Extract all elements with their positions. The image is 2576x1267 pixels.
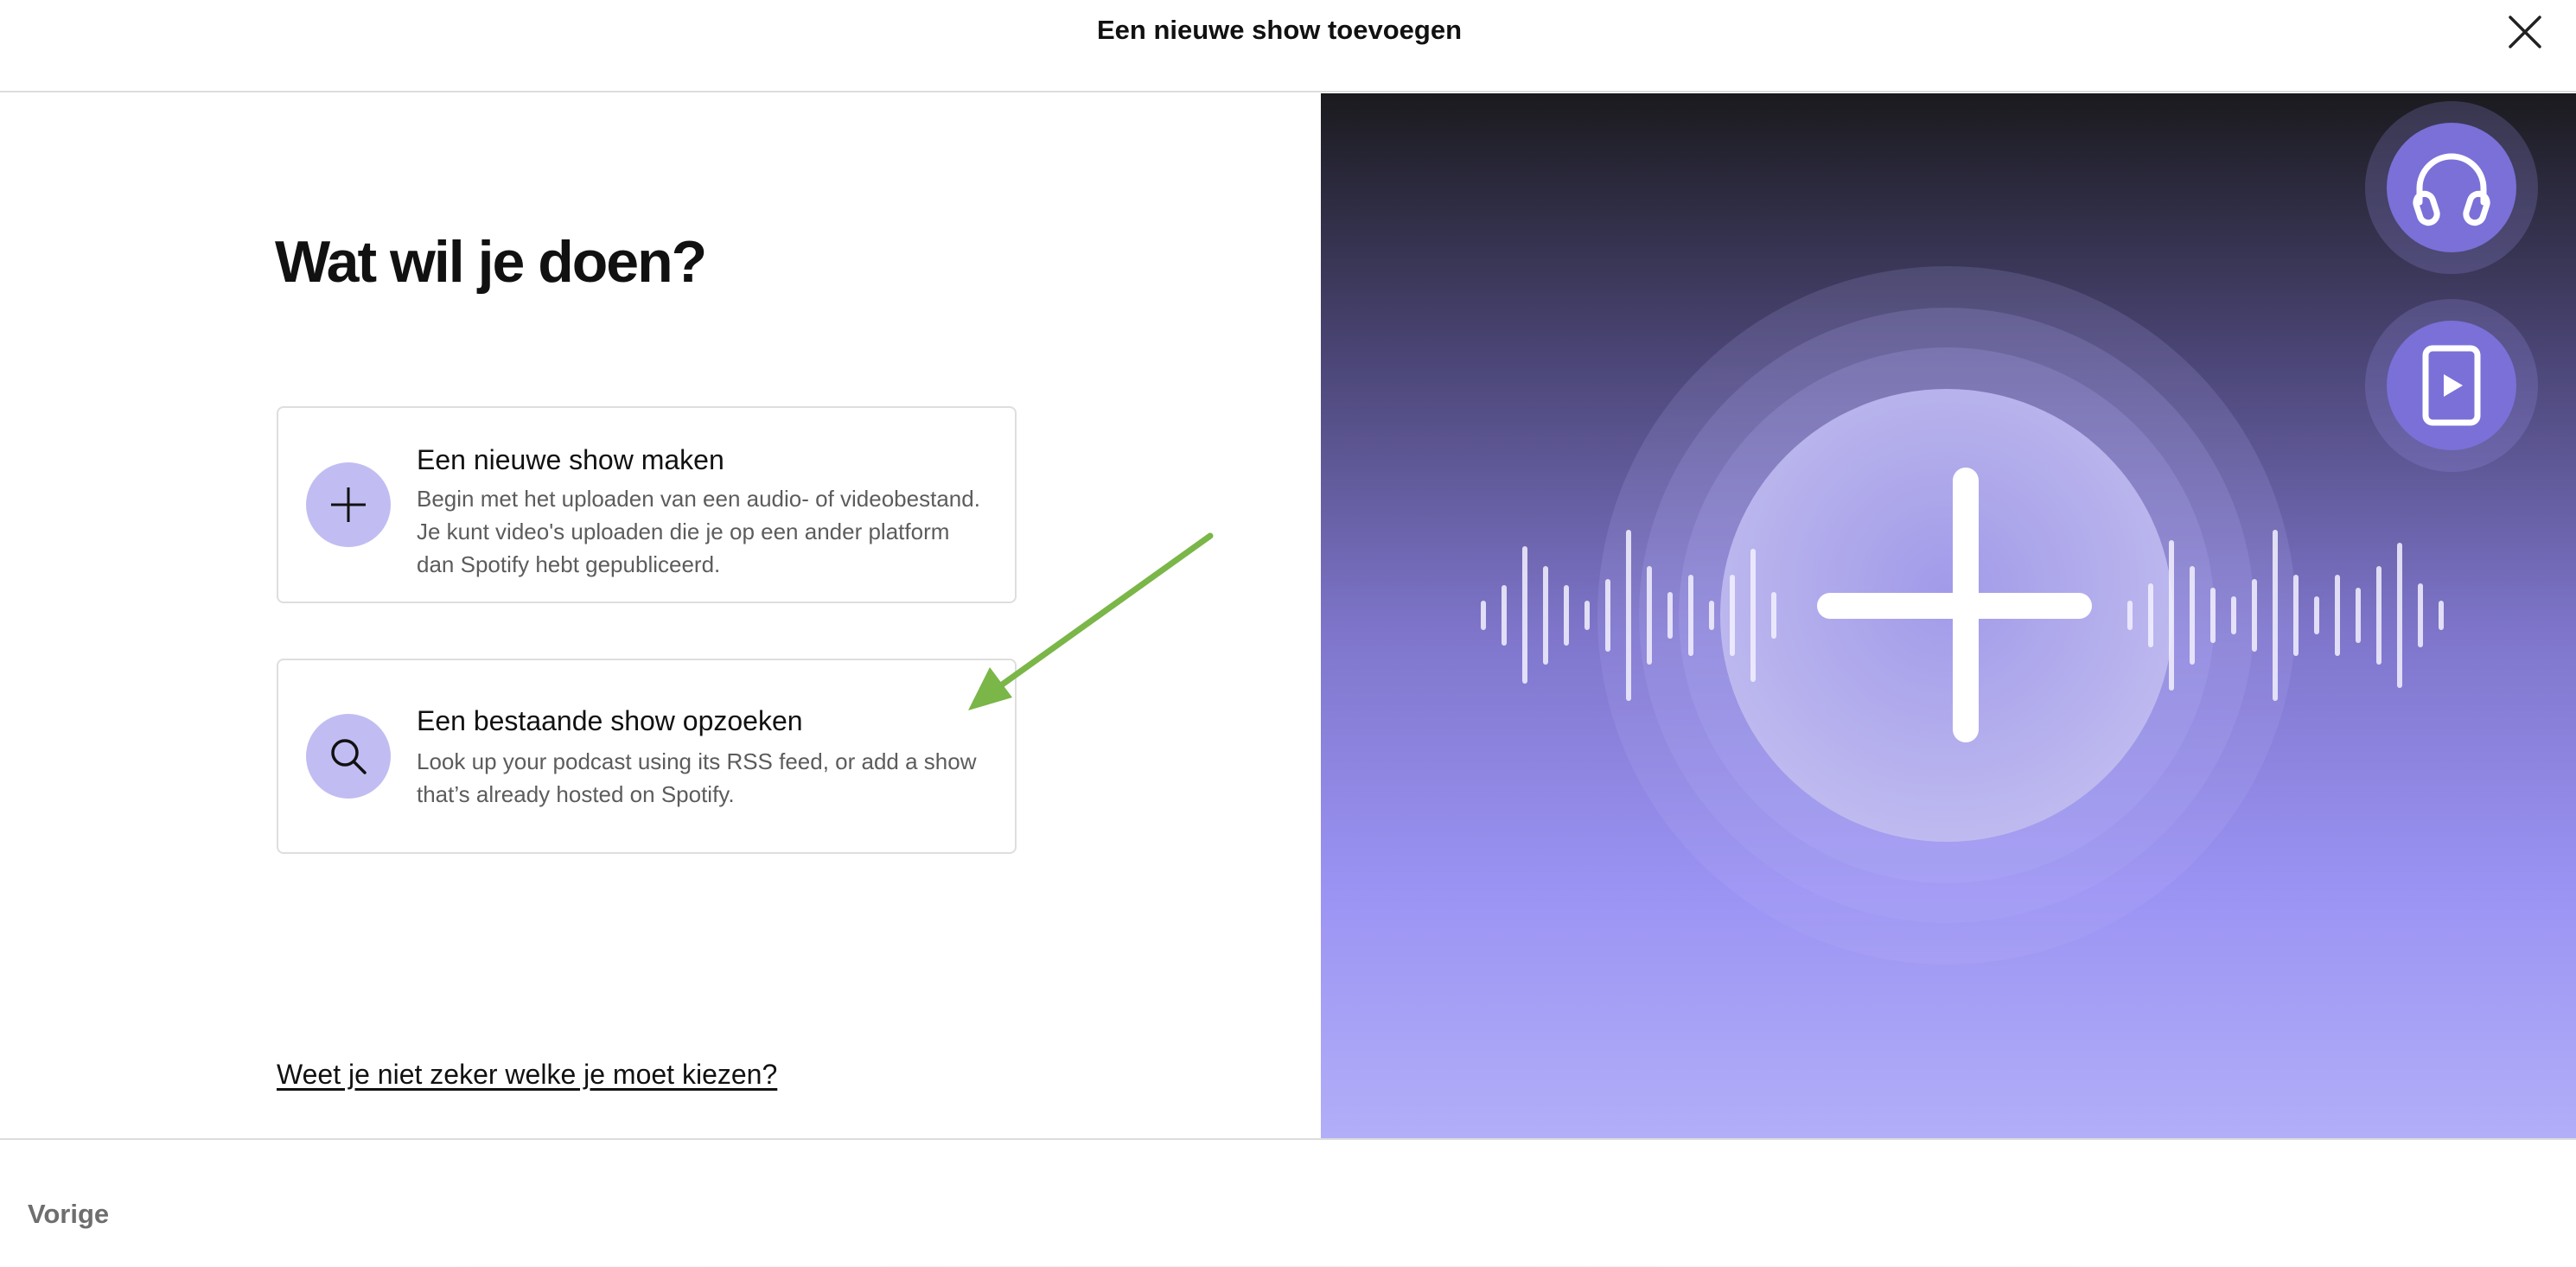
video-play-icon bbox=[2422, 345, 2481, 426]
annotation-arrow-icon bbox=[968, 532, 1214, 710]
page-title: Wat wil je doen? bbox=[275, 229, 707, 295]
modal-footer: Vorige bbox=[0, 1138, 2576, 1267]
close-button[interactable] bbox=[2503, 10, 2547, 54]
back-button[interactable]: Vorige bbox=[28, 1199, 109, 1230]
video-option-button[interactable] bbox=[2365, 299, 2538, 472]
option-description: Begin met het uploaden van een audio- of… bbox=[417, 486, 980, 577]
help-choose-link[interactable]: Weet je niet zeker welke je moet kiezen? bbox=[277, 1059, 777, 1091]
find-existing-show-option[interactable]: Een bestaande show opzoeken Look up your… bbox=[277, 659, 1017, 854]
podcast-illustration bbox=[1481, 266, 2444, 965]
option-title: Een bestaande show opzoeken bbox=[417, 705, 803, 736]
audio-option-button[interactable] bbox=[2365, 101, 2538, 274]
option-title: Een nieuwe show maken bbox=[417, 444, 724, 475]
modal-title: Een nieuwe show toevoegen bbox=[1096, 15, 1463, 45]
illustration-panel bbox=[1321, 93, 2576, 1138]
create-new-show-option[interactable]: Een nieuwe show maken Begin met het uplo… bbox=[277, 406, 1017, 603]
close-icon bbox=[2509, 16, 2541, 48]
search-icon bbox=[306, 714, 391, 799]
plus-icon bbox=[306, 462, 391, 547]
modal-header: Een nieuwe show toevoegen bbox=[0, 0, 2576, 92]
headphones-icon bbox=[2413, 153, 2490, 226]
option-description: Look up your podcast using its RSS feed,… bbox=[417, 748, 977, 807]
